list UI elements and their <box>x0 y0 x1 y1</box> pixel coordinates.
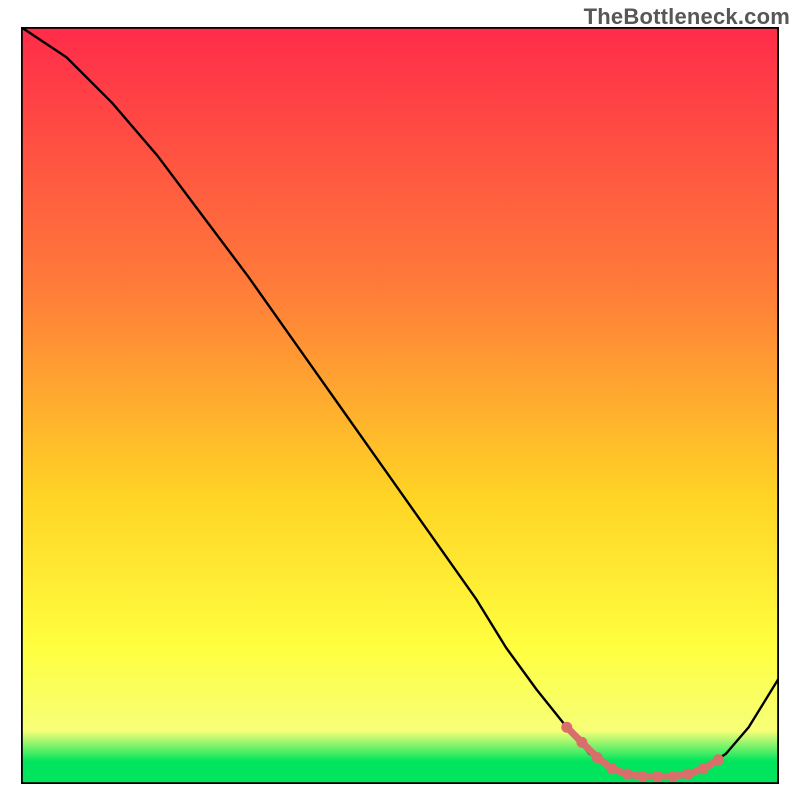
highlight-marker <box>652 771 663 782</box>
highlight-marker <box>561 722 572 733</box>
chart-svg <box>21 27 779 784</box>
watermark-text: TheBottleneck.com <box>584 4 790 30</box>
highlight-marker <box>667 771 678 782</box>
highlight-marker <box>576 737 587 748</box>
highlight-marker <box>683 769 694 780</box>
highlight-marker <box>637 771 648 782</box>
highlight-marker <box>622 769 633 780</box>
highlight-marker <box>592 752 603 763</box>
highlight-marker <box>607 763 618 774</box>
highlight-marker <box>698 763 709 774</box>
gradient-background <box>21 27 779 784</box>
highlight-marker <box>713 754 724 765</box>
chart-stage: TheBottleneck.com <box>0 0 800 800</box>
plot-frame <box>21 27 779 784</box>
